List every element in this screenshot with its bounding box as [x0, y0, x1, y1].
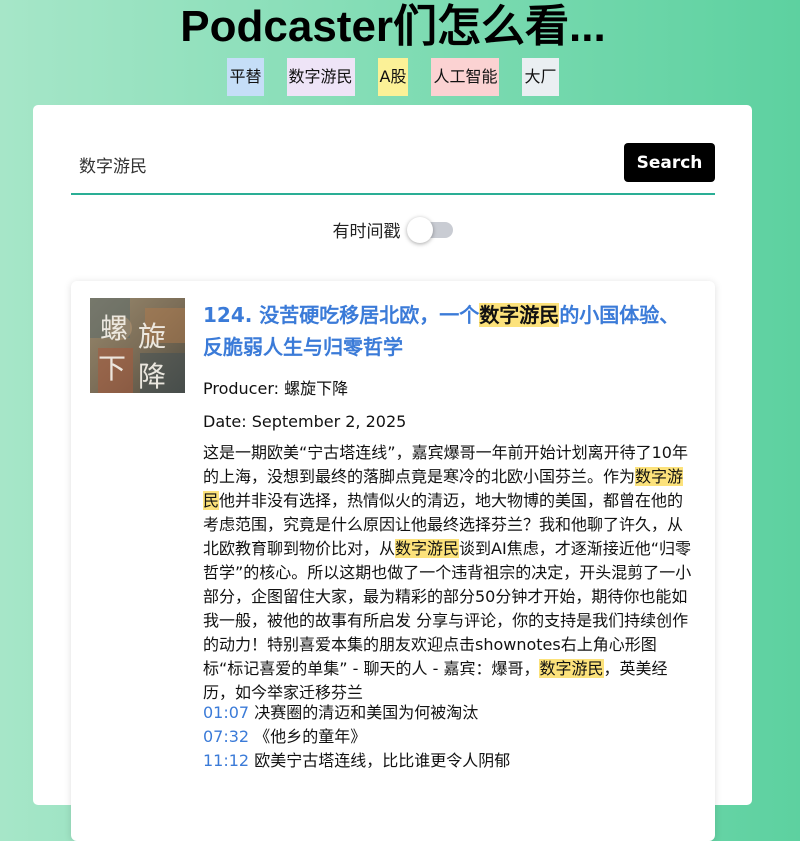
tag-list: 平替 数字游民 A股 人工智能 大厂 — [0, 58, 786, 96]
producer-label: Producer: 螺旋下降 — [203, 379, 349, 398]
date-label: Date: September 2, 2025 — [203, 412, 407, 431]
episode-title-link[interactable]: 124. 没苦硬吃移居北欧，一个数字游民的小国体验、反脆弱人生与归零哲学 — [203, 299, 683, 363]
svg-text:旋: 旋 — [138, 320, 166, 353]
description-text: 谈到AI焦虑，才逐渐接近他“归零哲学”的核心。所以这期也做了一个违背祖宗的决定，… — [203, 539, 692, 678]
search-button[interactable]: Search — [624, 143, 715, 182]
result-card: 螺 旋 下 降 124. 没苦硬吃移居北欧，一个数字游民的小国体验、反脆弱人生与… — [71, 281, 715, 841]
toggle-knob — [406, 217, 433, 243]
tag-digital-nomad[interactable]: 数字游民 — [286, 58, 355, 96]
highlight-keyword: 数字游民 — [479, 303, 560, 327]
timestamp-link[interactable]: 01:07 — [203, 703, 249, 722]
timestamp-list: 01:07 决赛圈的清迈和美国为何被淘汰 07:32 《他乡的童年》 11:12… — [203, 701, 693, 773]
tag-a-shares[interactable]: A股 — [377, 58, 409, 96]
timestamp-text: 欧美宁古塔连线，比比谁更令人阴郁 — [254, 751, 511, 770]
tag-ping-ti[interactable]: 平替 — [227, 58, 264, 96]
episode-title-text: 124. 没苦硬吃移居北欧，一个 — [203, 303, 480, 327]
search-input[interactable] — [79, 148, 599, 180]
description-text: 这是一期欧美“宁古塔连线”，嘉宾爆哥一年前开始计划离开待了10年的上海，没想到最… — [203, 443, 688, 486]
podcast-cover-image[interactable]: 螺 旋 下 降 — [90, 298, 185, 393]
timestamp-filter-label: 有时间戳 — [332, 221, 401, 242]
timestamp-text: 决赛圈的清迈和美国为何被淘汰 — [254, 703, 479, 722]
timestamp-toggle[interactable] — [406, 217, 453, 243]
highlight-keyword: 数字游民 — [395, 539, 460, 558]
search-panel: Search 有时间戳 — [33, 105, 752, 841]
search-bar: Search — [71, 142, 715, 195]
timestamp-text: 《他乡的童年》 — [254, 727, 367, 746]
highlight-keyword: 数字游民 — [539, 659, 604, 678]
timestamp-item: 11:12 欧美宁古塔连线，比比谁更令人阴郁 — [203, 749, 693, 773]
tag-ai[interactable]: 人工智能 — [431, 58, 500, 96]
timestamp-item: 01:07 决赛圈的清迈和美国为何被淘汰 — [203, 701, 693, 725]
episode-description: 这是一期欧美“宁古塔连线”，嘉宾爆哥一年前开始计划离开待了10年的上海，没想到最… — [203, 441, 693, 705]
timestamp-link[interactable]: 11:12 — [203, 751, 249, 770]
tag-big-tech[interactable]: 大厂 — [522, 58, 559, 96]
timestamp-item: 07:32 《他乡的童年》 — [203, 725, 693, 749]
page-title: Podcaster们怎么看... — [180, 2, 606, 51]
svg-text:下: 下 — [98, 352, 126, 385]
svg-text:螺: 螺 — [100, 312, 128, 345]
timestamp-link[interactable]: 07:32 — [203, 727, 249, 746]
svg-text:降: 降 — [138, 360, 166, 393]
timestamp-filter: 有时间戳 — [33, 213, 752, 245]
